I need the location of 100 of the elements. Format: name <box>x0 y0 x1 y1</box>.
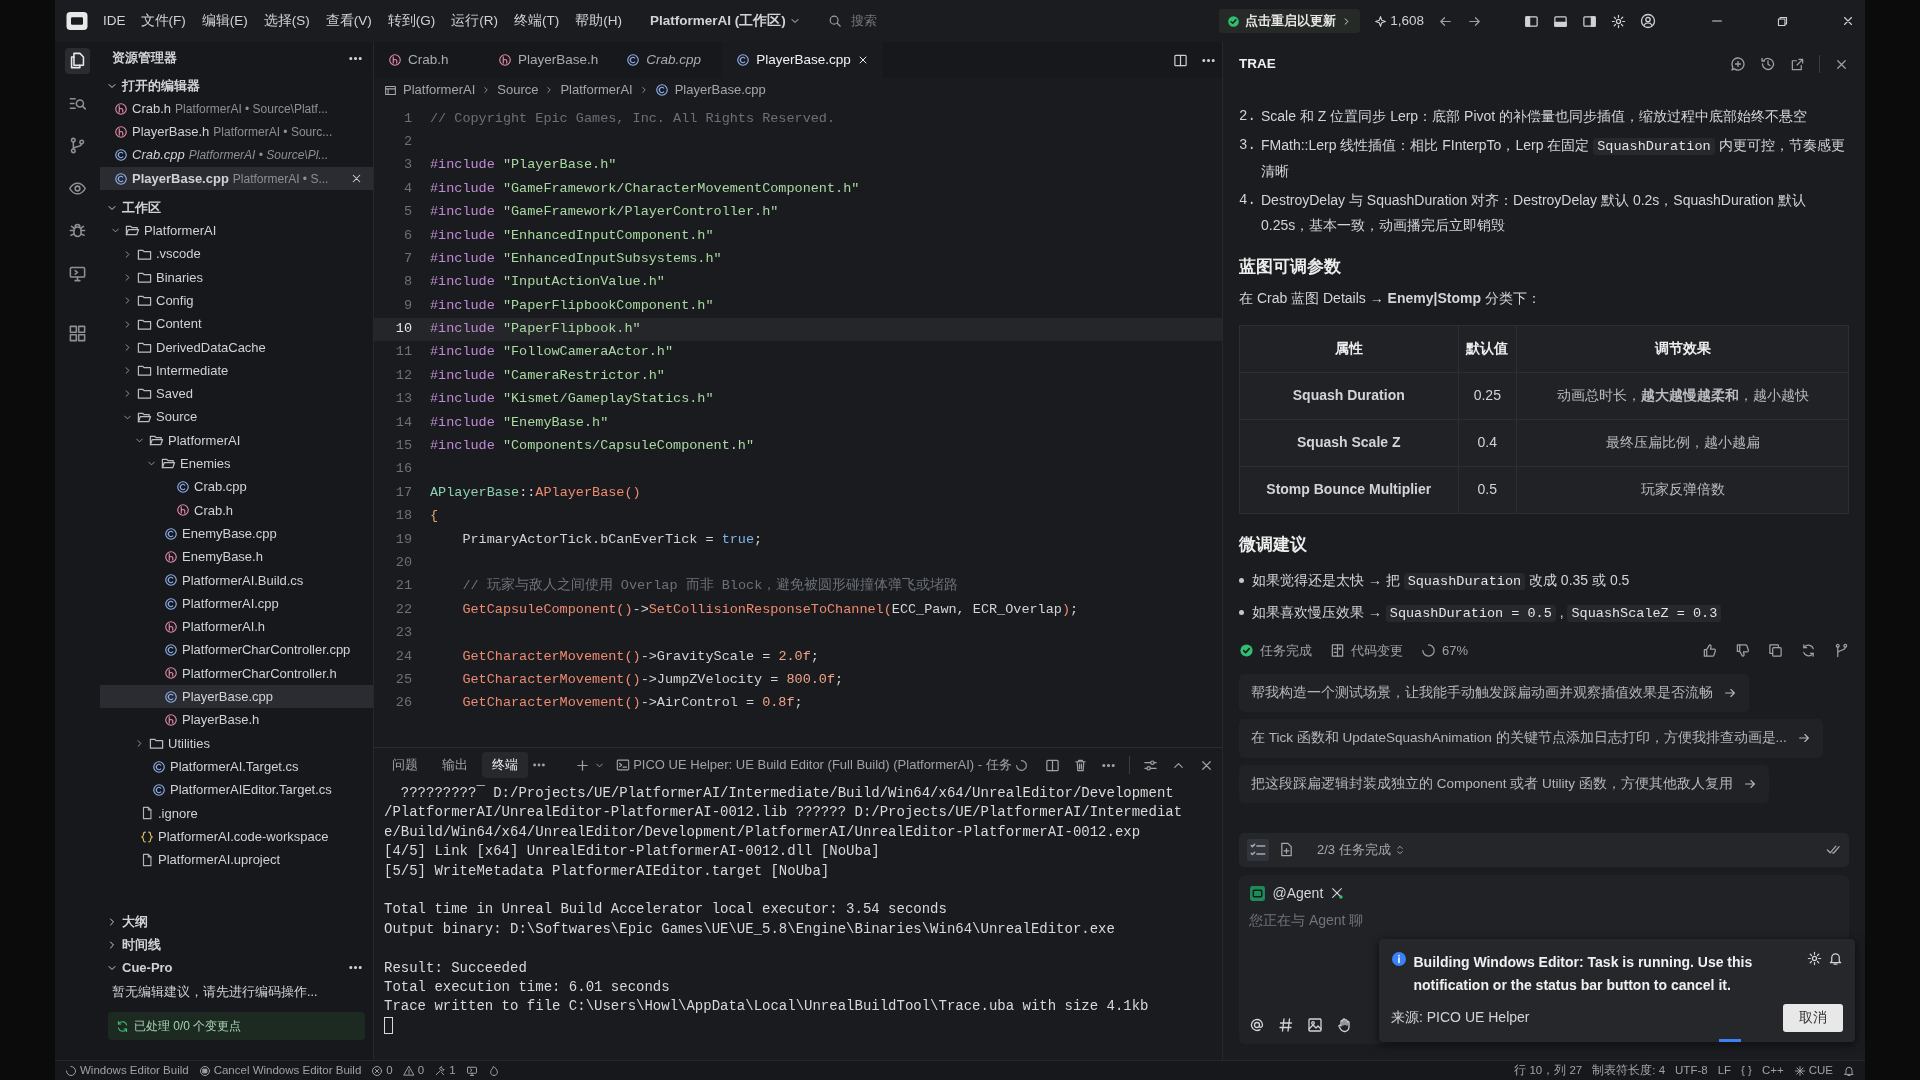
tree-item[interactable]: Saved <box>100 382 373 406</box>
tree-item[interactable]: PlatformerAI.Build.cs <box>100 568 373 592</box>
terminal-task[interactable]: PICO UE Helper: UE Build Editor (Full Build) (PlatformerAI) - 任务 <box>615 755 1028 775</box>
breadcrumb-item[interactable]: PlayerBase.cpp <box>674 80 766 100</box>
external-link-icon[interactable] <box>1790 56 1805 72</box>
file-plus-icon[interactable] <box>1279 842 1294 858</box>
tree-item[interactable]: PlatformerAI.Target.cs <box>100 755 373 779</box>
search-field[interactable]: 搜索 <box>848 10 1029 32</box>
settings-icon[interactable] <box>1806 951 1822 967</box>
tree-item[interactable]: .ignore <box>100 801 373 825</box>
tree-item[interactable]: PlatformerAI <box>100 428 373 453</box>
copy-icon[interactable] <box>1768 643 1783 659</box>
open-editor-item[interactable]: PlayerBase.cpp PlatformerAI • S... <box>100 166 373 191</box>
image-icon[interactable] <box>1307 1016 1323 1033</box>
hash-icon[interactable] <box>1278 1016 1294 1033</box>
panel-toggle-icon[interactable] <box>1553 13 1568 29</box>
history-icon[interactable] <box>1760 56 1776 72</box>
monitor-icon[interactable] <box>465 1064 478 1077</box>
chat-input[interactable]: 您正在与 Agent 聊 <box>1249 903 1839 937</box>
account-icon[interactable] <box>1640 13 1656 29</box>
suggestion-button[interactable]: 把这段踩扁逻辑封装成独立的 Component 或者 Utility 函数，方便其他敌人复用 <box>1239 764 1769 803</box>
tree-item[interactable]: PlayerBase.cpp <box>100 685 373 709</box>
status-item[interactable]: C++ <box>1761 1061 1784 1080</box>
tree-item[interactable]: PlatformerAI.cpp <box>100 591 373 616</box>
thumbs-down-icon[interactable] <box>1735 643 1750 659</box>
suggestion-button[interactable]: 帮我构造一个测试场景，让我能手动触发踩扁动画并观察插值效果是否流畅 <box>1239 674 1749 713</box>
tree-item[interactable]: PlatformerAI.uproject <box>100 848 373 872</box>
thumbs-up-icon[interactable] <box>1702 643 1717 659</box>
cancel-button[interactable]: 取消 <box>1783 1003 1843 1032</box>
tree-item[interactable]: Intermediate <box>100 358 373 383</box>
restore-icon[interactable] <box>1776 14 1789 28</box>
menu-item[interactable]: 转到(G) <box>386 8 437 34</box>
tree-item[interactable]: PlatformerCharController.cpp <box>100 638 373 662</box>
status-item[interactable]: Cancel Windows Editor Build <box>198 1061 362 1080</box>
tree-item[interactable]: Crab.cpp <box>100 475 373 499</box>
breadcrumb-item[interactable]: PlatformerAI <box>403 80 476 100</box>
status-item[interactable]: 0 <box>371 1061 393 1080</box>
tree-item[interactable]: PlatformerAI.h <box>100 615 373 639</box>
section-header[interactable]: 工作区 <box>100 196 373 220</box>
sliders-icon[interactable] <box>1143 757 1158 773</box>
workspace-dropdown[interactable]: PlatformerAI (工作区) <box>650 10 802 32</box>
status-item[interactable]: 制表符长度: 4 <box>1592 1061 1666 1080</box>
tree-item[interactable]: Content <box>100 312 373 336</box>
extensions-icon[interactable] <box>68 324 87 344</box>
tree-item[interactable]: PlatformerCharController.h <box>100 661 373 686</box>
tree-item[interactable]: PlatformerAIEditor.Target.cs <box>100 778 373 802</box>
task-dropdown[interactable]: 2/3 任务完成 <box>1317 840 1406 860</box>
close-icon[interactable] <box>1841 14 1855 28</box>
section-header[interactable]: 时间线 <box>100 933 373 957</box>
bell-icon[interactable] <box>1828 951 1843 967</box>
menu-item[interactable]: 选择(S) <box>262 8 311 34</box>
status-item[interactable]: CUE <box>1793 1061 1833 1080</box>
suggestion-button[interactable]: 在 Tick 函数和 UpdateSquashAnimation 的关键节点添加日志打印，方便我排查动画是... <box>1239 719 1823 758</box>
tree-item[interactable]: .vscode <box>100 242 373 266</box>
source-control-icon[interactable] <box>68 136 87 156</box>
add-icon[interactable] <box>575 757 591 773</box>
editor-tab[interactable]: Crab.h <box>374 42 484 78</box>
split-editor-icon[interactable] <box>1172 52 1188 68</box>
trash-icon[interactable] <box>1073 757 1088 773</box>
menu-item[interactable]: 帮助(H) <box>574 8 623 34</box>
status-item[interactable]: 0 <box>402 1061 425 1080</box>
tree-item[interactable]: PlatformerAI <box>100 219 373 243</box>
menu-item[interactable]: 查看(V) <box>324 8 373 34</box>
bell-icon[interactable] <box>1843 1064 1855 1077</box>
tree-item[interactable]: EnemyBase.cpp <box>100 522 373 546</box>
branch-icon[interactable] <box>1834 643 1849 659</box>
sidebar-toggle-icon[interactable] <box>1524 13 1539 29</box>
panel-tab[interactable]: 问题 <box>382 752 428 778</box>
open-editor-item[interactable]: Crab.h PlatformerAI • Source\Platf... <box>100 97 373 121</box>
tree-item[interactable]: Crab.h <box>100 498 373 523</box>
update-button[interactable]: 点击重启以更新 <box>1218 8 1360 34</box>
tree-item[interactable]: Config <box>100 289 373 313</box>
menu-item[interactable]: 运行(R) <box>450 8 499 34</box>
open-editor-item[interactable]: Crab.cpp PlatformerAI • Source\Pl... <box>100 143 373 167</box>
status-item[interactable]: 行 10，列 27 <box>1514 1061 1583 1080</box>
tree-item[interactable]: DerivedDataCache <box>100 335 373 359</box>
refresh-icon[interactable] <box>1801 643 1816 659</box>
tree-item[interactable]: Source <box>100 405 373 429</box>
status-item[interactable]: LF <box>1717 1061 1732 1080</box>
section-header[interactable]: 大纲 <box>100 910 373 934</box>
panel-tab[interactable]: 输出 <box>432 752 478 778</box>
editor-tab[interactable]: PlayerBase.h <box>484 42 613 78</box>
menu-item[interactable]: 文件(F) <box>139 8 187 34</box>
breadcrumb-item[interactable]: Source <box>497 80 539 100</box>
section-header[interactable]: 打开的编辑器 <box>100 74 373 97</box>
menu-item[interactable]: 终端(T) <box>513 8 561 34</box>
panel-tab[interactable]: 终端 <box>482 752 528 778</box>
status-item[interactable]: 1 <box>434 1061 456 1080</box>
section-header[interactable]: Cue-Pro <box>100 956 373 980</box>
status-item[interactable]: UTF-8 <box>1675 1061 1708 1080</box>
tree-item[interactable]: EnemyBase.h <box>100 545 373 569</box>
open-editor-item[interactable]: PlayerBase.h PlatformerAI • Sourc... <box>100 120 373 144</box>
tree-item[interactable]: Utilities <box>100 731 373 755</box>
mention-icon[interactable] <box>1249 1016 1265 1033</box>
tree-item[interactable]: Enemies <box>100 452 373 476</box>
task-list-icon[interactable] <box>1247 838 1269 861</box>
settings-icon[interactable] <box>1611 13 1626 29</box>
status-item[interactable]: Windows Editor Build <box>65 1061 189 1080</box>
right-panel-toggle-icon[interactable] <box>1582 13 1597 29</box>
tree-item[interactable]: PlatformerAI.code-workspace <box>100 824 373 849</box>
